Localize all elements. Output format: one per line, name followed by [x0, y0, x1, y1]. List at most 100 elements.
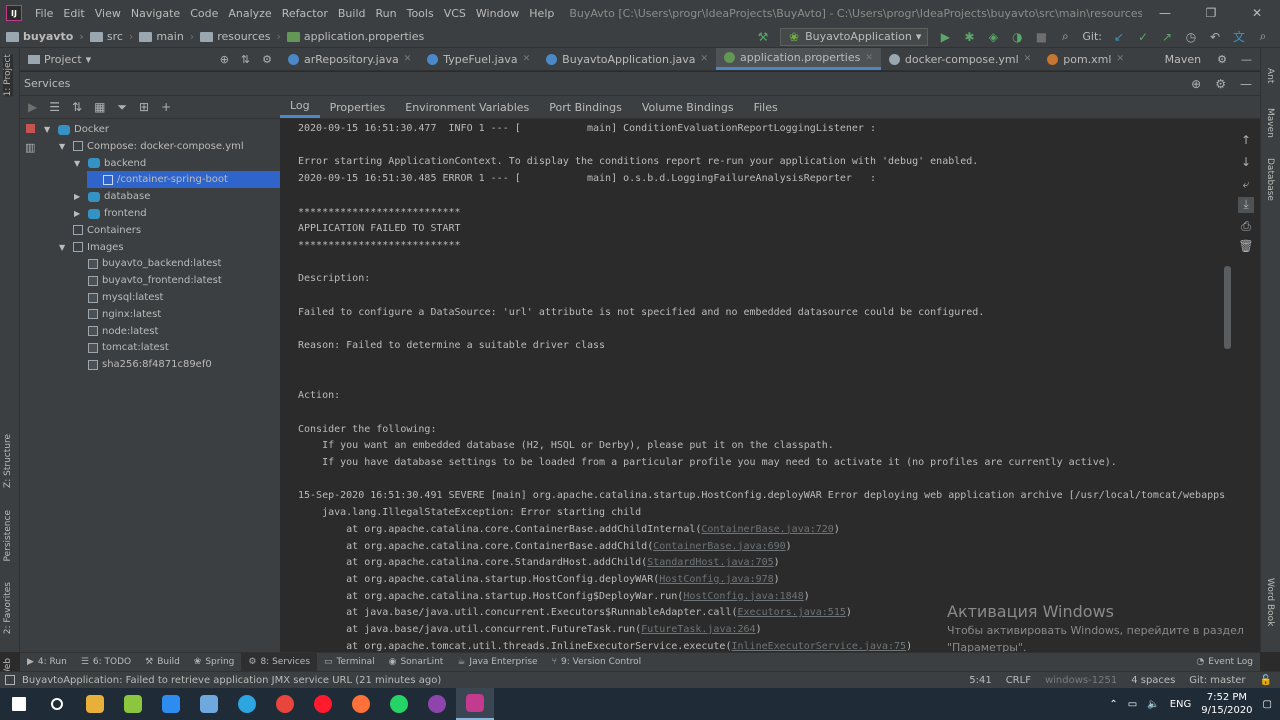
- menu-view[interactable]: View: [90, 7, 126, 20]
- console-tab-properties[interactable]: Properties: [320, 96, 396, 118]
- taskbar-telegram-button[interactable]: [228, 688, 266, 720]
- menu-window[interactable]: Window: [471, 7, 524, 20]
- tab-maven[interactable]: Maven: [1265, 108, 1275, 138]
- build-hammer-icon[interactable]: ⚒: [756, 30, 770, 44]
- close-tab-icon[interactable]: ✕: [865, 53, 873, 63]
- tab-ant[interactable]: Ant: [1265, 68, 1275, 83]
- menu-code[interactable]: Code: [185, 7, 223, 20]
- trash-icon[interactable]: 🗑: [1238, 239, 1254, 255]
- maximize-button[interactable]: ❐: [1188, 6, 1234, 20]
- collapse-all-icon[interactable]: ⇅: [241, 53, 250, 66]
- filter-icon[interactable]: ⏷: [117, 100, 127, 115]
- editor-tab[interactable]: pom.xml ✕: [1039, 48, 1132, 70]
- bottom-tool-8-services[interactable]: ⚙ 8: Services: [241, 652, 318, 672]
- tab-favorites[interactable]: 2: Favorites: [3, 582, 13, 634]
- gear-icon[interactable]: ⚙: [1215, 77, 1226, 91]
- new-tab-icon[interactable]: ⊞: [139, 100, 149, 114]
- history-icon[interactable]: ◷: [1184, 30, 1198, 44]
- stop-icon[interactable]: ■: [1034, 30, 1048, 44]
- tree-node[interactable]: sha256:8f4871c89ef0: [72, 356, 280, 373]
- close-tab-icon[interactable]: ✕: [701, 54, 709, 64]
- chevron-right-icon[interactable]: ▶: [74, 192, 84, 201]
- print-icon[interactable]: ⎙: [1238, 219, 1254, 235]
- console-tab-port-bindings[interactable]: Port Bindings: [539, 96, 632, 118]
- group-icon[interactable]: ▦: [94, 100, 105, 114]
- layout-icon[interactable]: ▥: [25, 141, 35, 154]
- search-everywhere-icon[interactable]: ⌕: [1256, 29, 1270, 44]
- breadcrumb-item[interactable]: application.properties: [281, 30, 424, 43]
- expand-all-icon[interactable]: ☰: [49, 100, 60, 114]
- profile-icon[interactable]: ◑: [1010, 30, 1024, 44]
- taskbar-github-button[interactable]: [418, 688, 456, 720]
- menu-refactor[interactable]: Refactor: [277, 7, 333, 20]
- editor-tab[interactable]: arRepository.java ✕: [280, 48, 419, 70]
- menu-run[interactable]: Run: [371, 7, 402, 20]
- editor-tab[interactable]: application.properties ✕: [716, 48, 881, 70]
- lock-icon[interactable]: 🔓: [1260, 675, 1272, 686]
- locate-icon[interactable]: ⊕: [220, 53, 229, 66]
- editor-tab[interactable]: TypeFuel.java ✕: [419, 48, 538, 70]
- taskbar-firefox-button[interactable]: [342, 688, 380, 720]
- git-update-icon[interactable]: ↙: [1112, 30, 1126, 44]
- chevron-down-icon[interactable]: ▼: [59, 243, 69, 252]
- coverage-icon[interactable]: ◈: [986, 30, 1000, 44]
- bottom-tool-sonarlint[interactable]: ◉ SonarLint: [382, 653, 451, 672]
- caret-position[interactable]: 5:41: [969, 675, 991, 686]
- line-separator[interactable]: CRLF: [1006, 675, 1031, 686]
- breadcrumb-item[interactable]: buyavto ›: [0, 30, 84, 43]
- tab-persistence[interactable]: Persistence: [3, 510, 13, 561]
- run-icon[interactable]: ▶: [938, 30, 952, 44]
- arrow-down-icon[interactable]: ↓: [1238, 155, 1254, 171]
- translate-icon[interactable]: 文: [1232, 30, 1246, 44]
- git-push-icon[interactable]: ↗: [1160, 30, 1174, 44]
- indent-setting[interactable]: 4 spaces: [1131, 675, 1175, 686]
- chevron-down-icon[interactable]: ▼: [59, 142, 69, 151]
- menu-vcs[interactable]: VCS: [439, 7, 471, 20]
- bottom-tool-terminal[interactable]: ▭ Terminal: [317, 653, 382, 672]
- bottom-tool-6-todo[interactable]: ☰ 6: TODO: [74, 653, 138, 672]
- tree-node[interactable]: ▼ Images: [57, 239, 280, 256]
- breadcrumb-item[interactable]: src ›: [84, 30, 133, 43]
- menu-navigate[interactable]: Navigate: [126, 7, 185, 20]
- taskbar-notepad--button[interactable]: [114, 688, 152, 720]
- chevron-down-icon[interactable]: ▼: [44, 125, 54, 134]
- bottom-tool-4-run[interactable]: ▶ 4: Run: [20, 653, 74, 672]
- run-icon[interactable]: ▶: [28, 100, 37, 114]
- git-commit-icon[interactable]: ✓: [1136, 30, 1150, 44]
- stacktrace-link[interactable]: FutureTask.java:264: [641, 624, 755, 635]
- console-tab-environment-variables[interactable]: Environment Variables: [395, 96, 539, 118]
- breadcrumb-item[interactable]: main ›: [133, 30, 194, 43]
- network-icon[interactable]: ▭: [1128, 699, 1137, 710]
- menu-build[interactable]: Build: [333, 7, 371, 20]
- tree-node[interactable]: ▼ backend: [72, 155, 280, 172]
- language-indicator[interactable]: ENG: [1170, 699, 1192, 710]
- file-encoding[interactable]: windows-1251: [1045, 675, 1117, 686]
- volume-icon[interactable]: 🔈: [1147, 699, 1159, 710]
- menu-edit[interactable]: Edit: [58, 7, 89, 20]
- tree-node[interactable]: buyavto_backend:latest: [72, 255, 280, 272]
- close-tab-icon[interactable]: ✕: [1024, 54, 1032, 64]
- stacktrace-link[interactable]: InlineExecutorService.java:75: [731, 641, 906, 652]
- close-tab-icon[interactable]: ✕: [523, 54, 531, 64]
- tab-word-book[interactable]: Word Book: [1265, 578, 1275, 626]
- search-icon[interactable]: ⌕: [1058, 29, 1072, 44]
- menu-tools[interactable]: Tools: [402, 7, 439, 20]
- tree-node[interactable]: ▶ database: [72, 188, 280, 205]
- log-console[interactable]: 2020-09-15 16:51:30.477 INFO 1 --- [ mai…: [286, 119, 1226, 652]
- menu-file[interactable]: File: [30, 7, 58, 20]
- gear-icon[interactable]: ⚙: [1217, 53, 1227, 66]
- event-log-button[interactable]: ◔ Event Log: [1189, 653, 1260, 672]
- tree-node[interactable]: node:latest: [72, 323, 280, 340]
- stop-icon[interactable]: [26, 124, 35, 133]
- stacktrace-link[interactable]: Executors.java:515: [738, 607, 846, 618]
- chevron-down-icon[interactable]: ▼: [74, 159, 84, 168]
- stacktrace-link[interactable]: ContainerBase.java:720: [701, 524, 833, 535]
- tree-node[interactable]: ▼ Docker: [42, 121, 280, 138]
- editor-tab[interactable]: BuyavtoApplication.java ✕: [538, 48, 716, 70]
- tree-node[interactable]: Containers: [57, 222, 280, 239]
- tree-node[interactable]: buyavto_frontend:latest: [72, 272, 280, 289]
- close-button[interactable]: ✕: [1234, 6, 1280, 20]
- bottom-tool-build[interactable]: ⚒ Build: [138, 653, 187, 672]
- taskbar-whatsapp-button[interactable]: [380, 688, 418, 720]
- minimize-panel-icon[interactable]: —: [1241, 53, 1252, 66]
